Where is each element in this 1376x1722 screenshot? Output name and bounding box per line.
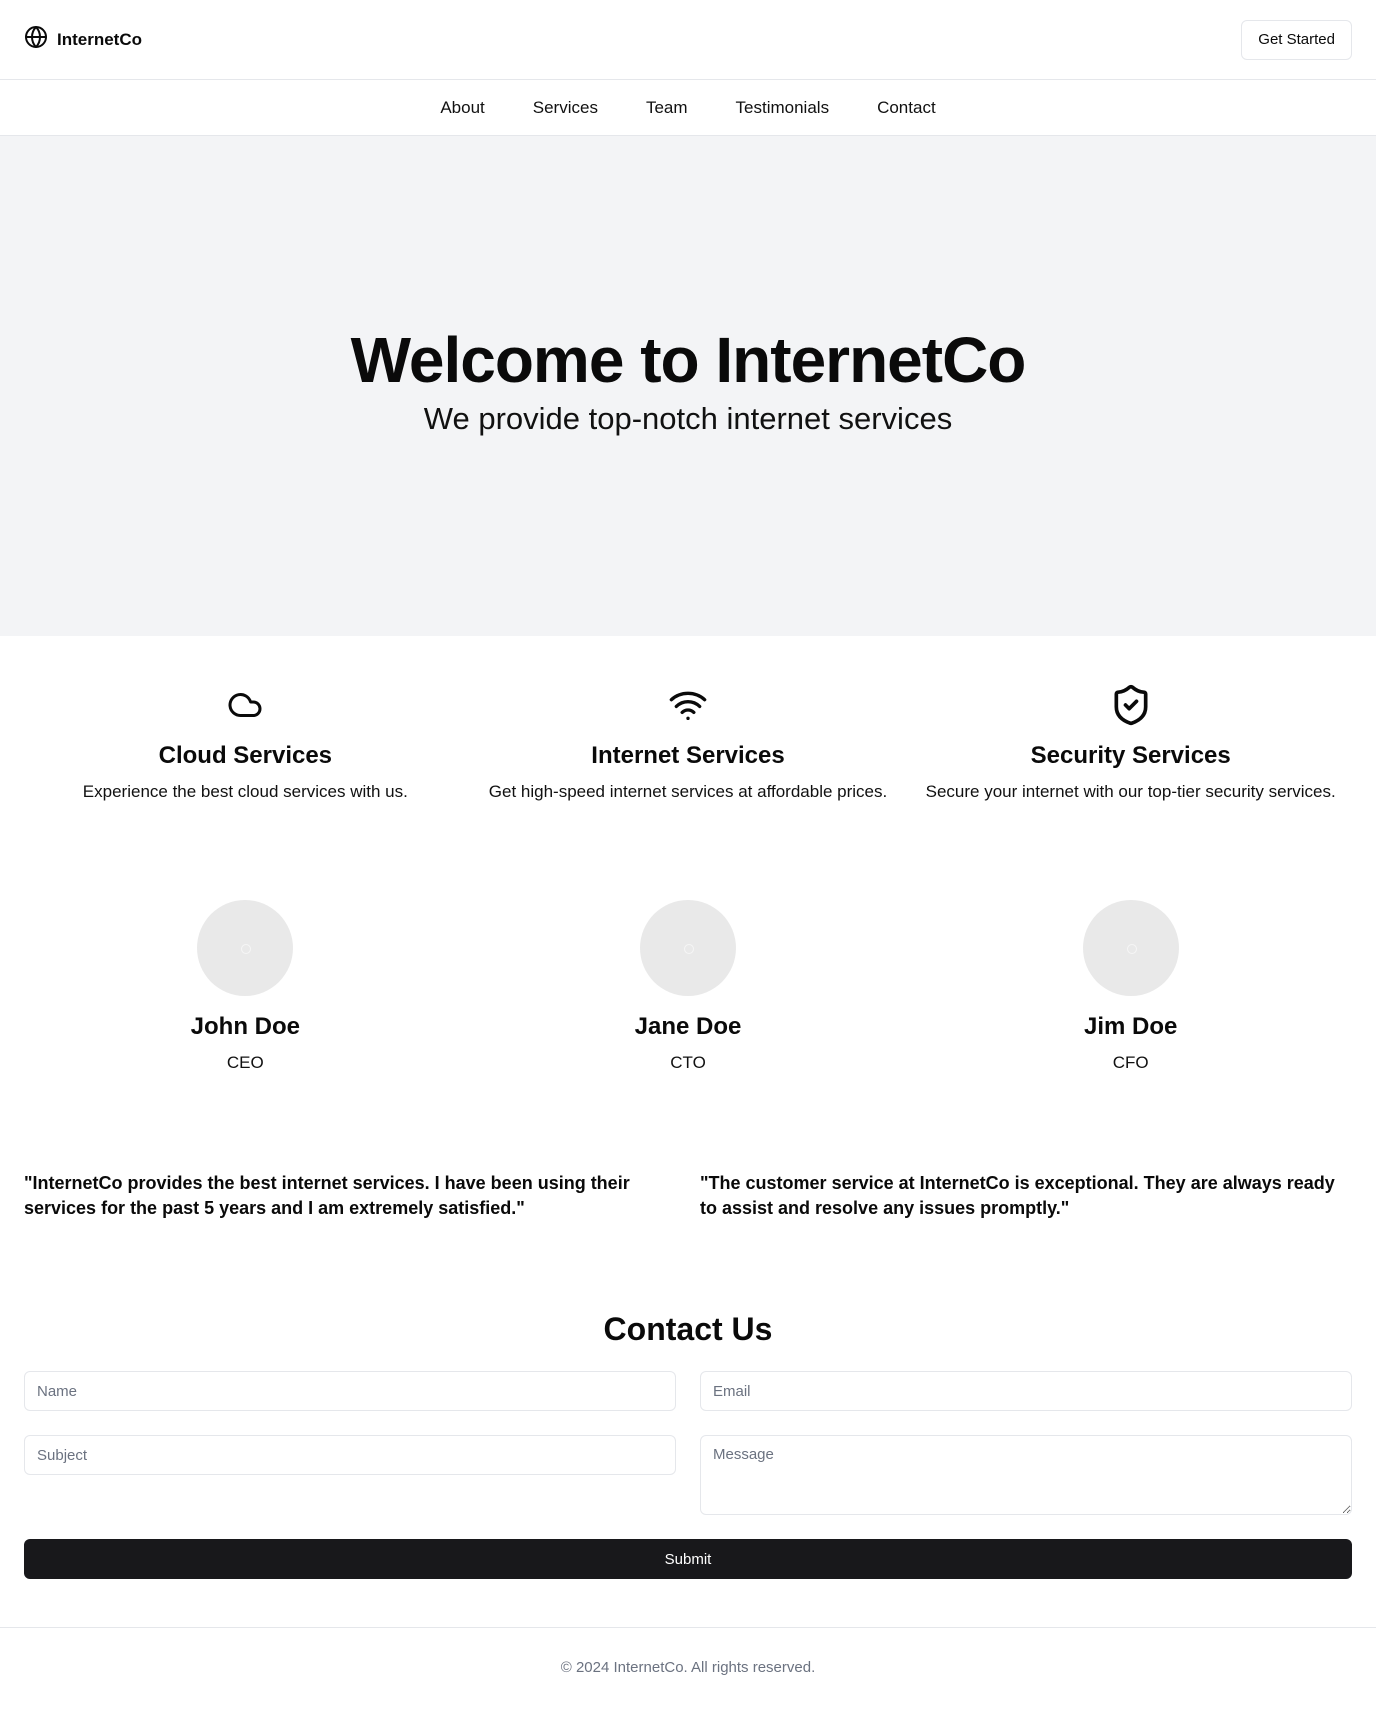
contact-title: Contact Us bbox=[603, 1311, 773, 1347]
service-card-security: Security Services Secure your internet w… bbox=[909, 684, 1352, 802]
service-card-cloud: Cloud Services Experience the best cloud… bbox=[24, 684, 467, 802]
service-description: Get high-speed internet services at affo… bbox=[488, 782, 888, 801]
team-member-role: CTO bbox=[670, 1053, 706, 1072]
site-footer: © 2024 InternetCo. All rights reserved. bbox=[0, 1627, 1376, 1707]
service-title: Security Services bbox=[1030, 742, 1231, 769]
email-field[interactable] bbox=[700, 1371, 1352, 1411]
copyright-text: © 2024 InternetCo. All rights reserved. bbox=[560, 1659, 816, 1676]
get-started-button[interactable]: Get Started bbox=[1241, 19, 1352, 60]
hero-subtitle: We provide top-notch internet services bbox=[423, 401, 953, 437]
submit-button[interactable]: Submit bbox=[24, 1539, 1352, 1579]
services-section: Cloud Services Experience the best cloud… bbox=[0, 636, 1376, 802]
name-field[interactable] bbox=[24, 1371, 676, 1411]
nav-link-testimonials[interactable]: Testimonials bbox=[736, 98, 830, 118]
site-header: InternetCo Get Started bbox=[0, 0, 1376, 80]
team-member-card: Jim Doe CFO bbox=[909, 900, 1352, 1073]
brand[interactable]: InternetCo bbox=[24, 25, 142, 54]
team-member-card: Jane Doe CTO bbox=[467, 900, 910, 1073]
service-description: Secure your internet with our top-tier s… bbox=[925, 782, 1336, 801]
cloud-icon bbox=[24, 684, 467, 726]
subject-field[interactable] bbox=[24, 1435, 676, 1475]
service-card-internet: Internet Services Get high-speed interne… bbox=[467, 684, 910, 802]
service-title: Internet Services bbox=[591, 742, 785, 769]
shield-check-icon bbox=[909, 684, 1352, 726]
service-title: Cloud Services bbox=[158, 742, 333, 769]
main-nav: About Services Team Testimonials Contact bbox=[0, 80, 1376, 136]
team-member-role: CFO bbox=[1112, 1053, 1149, 1072]
message-field[interactable] bbox=[700, 1435, 1352, 1515]
nav-link-team[interactable]: Team bbox=[646, 98, 688, 118]
avatar bbox=[197, 900, 294, 996]
testimonial-quote: "The customer service at InternetCo is e… bbox=[700, 1173, 1335, 1218]
nav-link-contact[interactable]: Contact bbox=[877, 98, 936, 118]
avatar bbox=[640, 900, 736, 996]
hero-section: Welcome to InternetCo We provide top-not… bbox=[0, 136, 1376, 636]
hero-title: Welcome to InternetCo bbox=[350, 323, 1027, 396]
nav-link-services[interactable]: Services bbox=[533, 98, 598, 118]
service-description: Experience the best cloud services with … bbox=[82, 782, 408, 801]
testimonials-section: "InternetCo provides the best internet s… bbox=[0, 1073, 1376, 1221]
contact-section: Contact Us Submit bbox=[0, 1221, 1376, 1579]
contact-form bbox=[24, 1371, 1352, 1515]
team-member-name: Jim Doe bbox=[1083, 1013, 1178, 1040]
team-member-name: Jane Doe bbox=[634, 1013, 742, 1040]
nav-link-about[interactable]: About bbox=[440, 98, 484, 118]
team-member-name: John Doe bbox=[190, 1013, 300, 1040]
wifi-icon bbox=[467, 684, 910, 726]
brand-name: InternetCo bbox=[57, 29, 142, 49]
team-member-card: John Doe CEO bbox=[24, 900, 467, 1073]
testimonial-quote: "InternetCo provides the best internet s… bbox=[24, 1173, 630, 1218]
team-section: John Doe CEO Jane Doe CTO Jim Doe CFO bbox=[0, 802, 1376, 1073]
globe-icon bbox=[24, 25, 48, 54]
team-member-role: CEO bbox=[226, 1053, 264, 1072]
avatar bbox=[1082, 900, 1179, 996]
